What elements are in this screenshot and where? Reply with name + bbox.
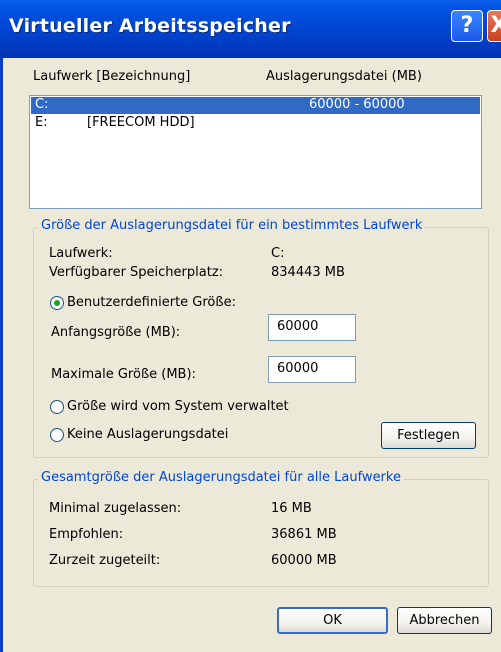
custom-size-radio[interactable] (50, 296, 64, 310)
total-group-legend: Gesamtgröße der Auslagerungsdatei für al… (38, 470, 404, 485)
header-drive: Laufwerk [Bezeichnung] (33, 69, 191, 84)
window-frame-left (0, 58, 3, 652)
max-size-label: Maximale Größe (MB): (51, 367, 196, 382)
list-item-c[interactable]: C: 60000 - 60000 (31, 97, 480, 114)
initial-size-value: 60000 (277, 319, 319, 334)
list-item-e[interactable]: E: [FREECOM HDD] (31, 115, 480, 132)
header-pagefile: Auslagerungsdatei (MB) (266, 69, 422, 84)
drive-group-legend: Größe der Auslagerungsdatei für ein best… (38, 218, 426, 233)
space-label: Verfügbarer Speicherplatz: (49, 265, 224, 280)
title-bar[interactable]: Virtueller Arbeitsspeicher ? X (0, 0, 501, 58)
cancel-button[interactable]: Abbrechen (397, 607, 492, 634)
max-size-input[interactable]: 60000 (268, 356, 356, 383)
initial-size-input[interactable]: 60000 (268, 314, 356, 341)
drive-label: Laufwerk: (49, 246, 113, 261)
ok-button[interactable]: OK (277, 607, 388, 634)
recommended-label: Empfohlen: (49, 527, 124, 542)
set-button[interactable]: Festlegen (381, 422, 476, 449)
help-icon: ? (460, 13, 474, 38)
min-allowed-label: Minimal zugelassen: (49, 501, 182, 516)
drive-value: C: (271, 246, 285, 261)
drive-list[interactable]: C: 60000 - 60000 E: [FREECOM HDD] (29, 95, 482, 209)
list-item-size: 60000 - 60000 (309, 97, 405, 112)
window-title: Virtueller Arbeitsspeicher (9, 15, 291, 37)
initial-size-label: Anfangsgröße (MB): (51, 325, 181, 340)
min-allowed-value: 16 MB (271, 501, 312, 516)
custom-size-label[interactable]: Benutzerdefinierte Größe: (67, 295, 236, 310)
max-size-value: 60000 (277, 361, 319, 376)
close-button[interactable]: X (487, 10, 501, 42)
current-allocated-label: Zurzeit zugeteilt: (49, 553, 161, 568)
recommended-value: 36861 MB (271, 527, 337, 542)
close-icon: X (490, 13, 501, 38)
system-managed-label[interactable]: Größe wird vom System verwaltet (67, 399, 289, 414)
help-button[interactable]: ? (451, 10, 483, 42)
current-allocated-value: 60000 MB (271, 553, 337, 568)
list-item-drive: C: (35, 97, 49, 112)
no-pagefile-label[interactable]: Keine Auslagerungsdatei (67, 427, 228, 442)
list-item-label: [FREECOM HDD] (87, 115, 195, 130)
radio-selected-dot (54, 300, 60, 306)
space-value: 834443 MB (271, 265, 345, 280)
no-pagefile-radio[interactable] (50, 428, 64, 442)
list-item-drive: E: (35, 115, 48, 130)
system-managed-radio[interactable] (50, 400, 64, 414)
